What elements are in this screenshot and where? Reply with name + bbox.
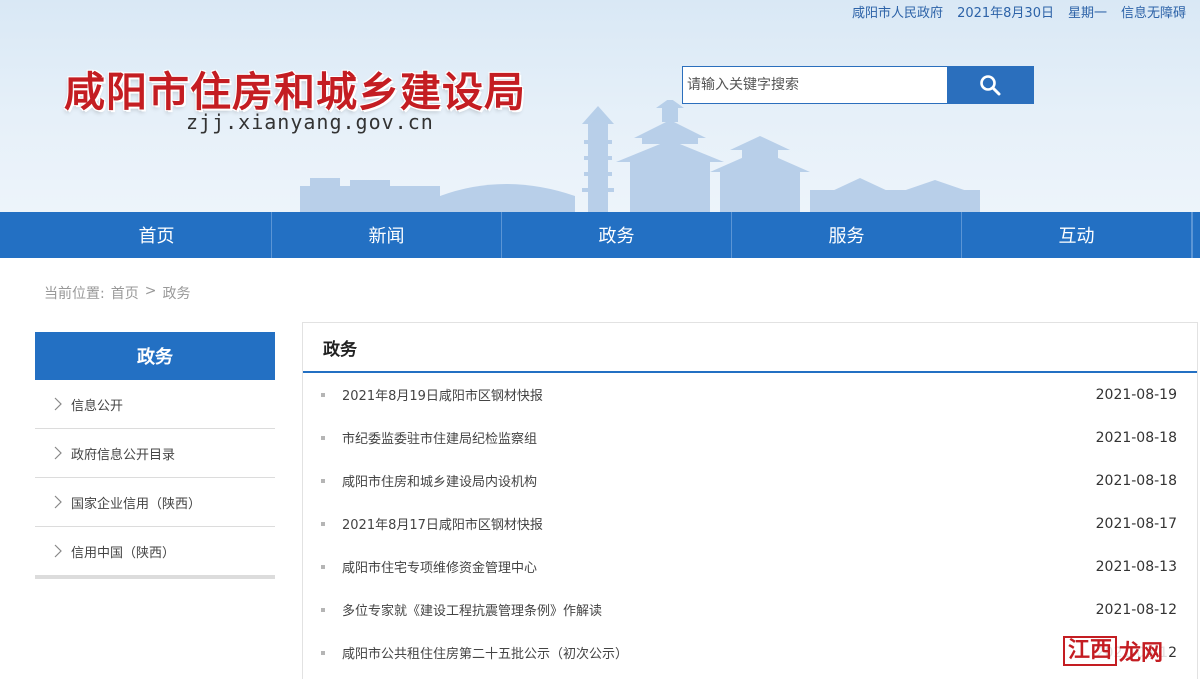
news-title[interactable]: 咸阳市住宅专项维修资金管理中心 bbox=[342, 557, 1096, 576]
bullet-icon bbox=[321, 478, 325, 483]
bullet-icon bbox=[321, 564, 325, 569]
list-item[interactable]: 市纪委监委驻市住建局纪检监察组 2021-08-18 bbox=[303, 416, 1197, 459]
sidebar-item-label: 政府信息公开目录 bbox=[71, 447, 176, 463]
news-title[interactable]: 2021年8月19日咸阳市区钢材快报 bbox=[342, 385, 1096, 404]
bullet-icon bbox=[321, 607, 325, 612]
panel-title: 政务 bbox=[303, 323, 1197, 373]
nav-item-services[interactable]: 服务 bbox=[732, 212, 962, 258]
news-date: 2021-08-13 bbox=[1095, 558, 1177, 575]
news-list-panel: 政务 2021年8月19日咸阳市区钢材快报 2021-08-19 市纪委监委驻市… bbox=[302, 322, 1198, 679]
sidebar: 政务 信息公开 政府信息公开目录 国家企业信用（陕西） 信用中国（陕西） bbox=[35, 332, 275, 579]
list-item[interactable]: 2021年8月17日咸阳市区钢材快报 2021-08-17 bbox=[303, 502, 1197, 545]
chevron-right-icon bbox=[54, 446, 62, 460]
accessibility-link[interactable]: 信息无障碍 bbox=[1121, 2, 1186, 21]
search-icon bbox=[980, 75, 1001, 96]
gov-portal-link[interactable]: 咸阳市人民政府 bbox=[852, 2, 943, 21]
search-button[interactable] bbox=[947, 67, 1033, 103]
bullet-icon bbox=[321, 392, 325, 397]
list-item[interactable]: 多位专家就《建设工程抗震管理条例》作解读 2021-08-12 bbox=[303, 588, 1197, 631]
news-title[interactable]: 市纪委监委驻市住建局纪检监察组 bbox=[342, 428, 1096, 447]
news-date: 2021-08-12 bbox=[1095, 644, 1177, 661]
search-input[interactable] bbox=[683, 67, 947, 103]
bullet-icon bbox=[321, 521, 325, 526]
chevron-right-icon bbox=[54, 495, 62, 509]
sidebar-item-label: 信息公开 bbox=[71, 398, 124, 414]
list-item[interactable]: 2021年8月19日咸阳市区钢材快报 2021-08-19 bbox=[303, 373, 1197, 416]
city-skyline-illustration bbox=[300, 100, 980, 212]
news-date: 2021-08-18 bbox=[1095, 429, 1177, 446]
top-utility-bar: 咸阳市人民政府 2021年8月30日 星期一 信息无障碍 bbox=[852, 2, 1186, 21]
news-date: 2021-08-17 bbox=[1095, 515, 1177, 532]
sidebar-item-label: 信用中国（陕西） bbox=[71, 545, 176, 561]
nav-item-home[interactable]: 首页 bbox=[0, 212, 272, 258]
news-title[interactable]: 多位专家就《建设工程抗震管理条例》作解读 bbox=[342, 600, 1096, 619]
main-navigation: 首页 新闻 政务 服务 互动 bbox=[0, 212, 1200, 258]
bullet-icon bbox=[321, 435, 325, 440]
chevron-right-icon bbox=[54, 397, 62, 411]
breadcrumb-home-link[interactable]: 首页 bbox=[111, 283, 139, 303]
sidebar-bottom-rule bbox=[35, 576, 275, 579]
sidebar-title: 政务 bbox=[35, 332, 275, 380]
nav-item-government-affairs[interactable]: 政务 bbox=[502, 212, 732, 258]
site-header: 咸阳市人民政府 2021年8月30日 星期一 信息无障碍 咸阳市住房和城乡建设局… bbox=[0, 0, 1200, 212]
chevron-right-icon bbox=[54, 544, 62, 558]
nav-item-interaction[interactable]: 互动 bbox=[962, 212, 1192, 258]
sidebar-item-info-disclosure[interactable]: 信息公开 bbox=[35, 380, 275, 429]
bullet-icon bbox=[321, 650, 325, 655]
list-item[interactable]: 咸阳市住房和城乡建设局内设机构 2021-08-18 bbox=[303, 459, 1197, 502]
news-title[interactable]: 2021年8月17日咸阳市区钢材快报 bbox=[342, 514, 1096, 533]
list-item[interactable]: 咸阳市公共租住住房第二十五批公示（初次公示） 2021-08-12 bbox=[303, 631, 1197, 674]
breadcrumb-current: 政务 bbox=[162, 286, 191, 302]
sidebar-item-credit-china[interactable]: 信用中国（陕西） bbox=[35, 527, 275, 576]
breadcrumb: 当前位置: 首页 > 政务 bbox=[44, 283, 190, 303]
news-date: 2021-08-18 bbox=[1095, 472, 1177, 489]
list-item[interactable]: 咸阳市住宅专项维修资金管理中心 2021-08-13 bbox=[303, 545, 1197, 588]
news-title[interactable]: 咸阳市公共租住住房第二十五批公示（初次公示） bbox=[342, 643, 1096, 662]
current-date: 2021年8月30日 bbox=[957, 6, 1054, 21]
nav-divider bbox=[1192, 212, 1200, 258]
sidebar-item-disclosure-catalog[interactable]: 政府信息公开目录 bbox=[35, 429, 275, 478]
nav-item-news[interactable]: 新闻 bbox=[272, 212, 502, 258]
news-date: 2021-08-12 bbox=[1095, 601, 1177, 618]
search-box bbox=[682, 66, 1034, 104]
breadcrumb-separator: > bbox=[144, 283, 157, 299]
sidebar-item-enterprise-credit[interactable]: 国家企业信用（陕西） bbox=[35, 478, 275, 527]
breadcrumb-prefix: 当前位置: bbox=[44, 286, 105, 302]
current-weekday: 星期一 bbox=[1067, 6, 1107, 21]
news-date: 2021-08-19 bbox=[1095, 386, 1177, 403]
sidebar-item-label: 国家企业信用（陕西） bbox=[71, 496, 202, 512]
news-title[interactable]: 咸阳市住房和城乡建设局内设机构 bbox=[342, 471, 1096, 490]
